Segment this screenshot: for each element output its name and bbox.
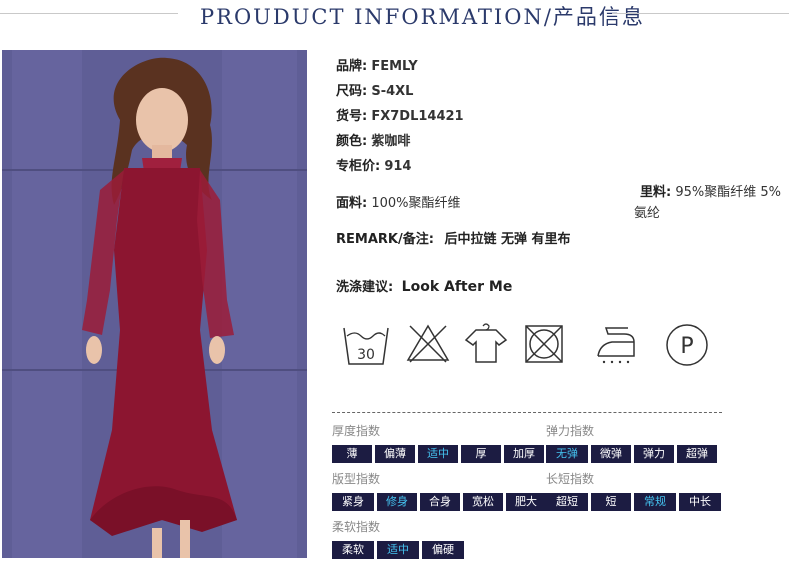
wash-temp-text: 30 (357, 347, 375, 363)
price-value: 914 (384, 159, 412, 174)
fabric-value: 100%聚酯纤维 (371, 196, 461, 211)
softness-index-chip: 偏硬 (422, 541, 464, 559)
price-row: 专柜价: 914 (336, 155, 411, 174)
color-row: 颜色: 紫咖啡 (336, 130, 410, 149)
brand-label: 品牌: (336, 59, 368, 74)
fit-index-chips: 紧身 修身 合身 宽松 肥大 (332, 493, 546, 511)
length-index-chip: 常规 (634, 493, 676, 511)
care-heading-value: Look After Me (401, 279, 513, 295)
elasticity-index-chip: 微弹 (591, 445, 631, 463)
fabric-label: 面料: (336, 196, 368, 211)
length-index-chip: 短 (591, 493, 631, 511)
elasticity-index-chip: 弹力 (634, 445, 674, 463)
fit-index-chip: 宽松 (463, 493, 503, 511)
low-iron-icon (597, 327, 635, 364)
sku-value: FX7DL14421 (371, 109, 464, 124)
remark-value: 后中拉链 无弹 有里布 (444, 232, 571, 247)
brand-row: 品牌: FEMLY (336, 55, 418, 74)
fit-index-chip: 合身 (420, 493, 460, 511)
fit-index-chip: 肥大 (506, 493, 546, 511)
product-photo (2, 50, 307, 558)
thickness-index-chip: 加厚 (504, 445, 544, 463)
fit-index-chip: 紧身 (332, 493, 374, 511)
length-index-chip: 中长 (679, 493, 721, 511)
hang-dry-icon (464, 323, 508, 363)
remark-label: REMARK/备注: (336, 232, 434, 247)
thickness-index-chip: 偏薄 (375, 445, 415, 463)
page-title: PROUDUCT INFORMATION/产品信息 (200, 5, 645, 29)
brand-value: FEMLY (371, 59, 418, 74)
elasticity-index-chip: 超弹 (677, 445, 717, 463)
thickness-index-chip: 适中 (418, 445, 458, 463)
softness-index-chip: 柔软 (332, 541, 374, 559)
color-value: 紫咖啡 (371, 134, 411, 149)
length-index-chips: 超短短常规 中长 (546, 493, 721, 511)
wash-30-icon: 30 (343, 327, 389, 365)
no-tumble-dry-icon (525, 325, 563, 363)
color-label: 颜色: (336, 134, 368, 149)
softness-index-chip: 适中 (377, 541, 419, 559)
no-bleach-icon (406, 324, 450, 363)
thickness-index-title: 厚度指数 (332, 424, 381, 438)
size-value: S-4XL (371, 84, 414, 99)
svg-text:P: P (680, 334, 693, 359)
thickness-index-chip: 厚 (461, 445, 501, 463)
size-label: 尺码: (336, 84, 368, 99)
softness-index-chips: 柔软 适中 偏硬 (332, 541, 464, 559)
lining-value-continued: 氨纶 (634, 206, 661, 221)
care-heading: 洗涤建议: Look After Me (336, 276, 512, 295)
care-label: 洗涤建议: (336, 280, 394, 295)
elasticity-index-chips: 无弹 微弹 弹力 超弹 (546, 445, 717, 463)
lining-row: 里料: 95%聚酯纤维 5% (640, 181, 781, 200)
length-index-chip: 超短 (546, 493, 588, 511)
sku-label: 货号: (336, 109, 368, 124)
dry-clean-p-icon: P (666, 324, 708, 366)
lining-value: 95%聚酯纤维 5% (675, 185, 781, 200)
price-label: 专柜价: (336, 159, 381, 174)
thickness-index-chips: 薄偏薄 适中厚加厚 (332, 445, 544, 463)
fit-index-chip: 修身 (377, 493, 417, 511)
header-rule-left (0, 13, 178, 14)
remark-row: REMARK/备注: 后中拉链 无弹 有里布 (336, 228, 571, 247)
size-row: 尺码: S-4XL (336, 80, 413, 99)
thickness-index-chip: 薄 (332, 445, 372, 463)
softness-index-title: 柔软指数 (332, 520, 381, 534)
indices-divider (332, 412, 722, 413)
elasticity-index-title: 弹力指数 (546, 424, 595, 438)
lining-label: 里料: (640, 185, 672, 200)
header-rule-right (612, 13, 789, 14)
length-index-title: 长短指数 (546, 472, 595, 486)
fit-index-title: 版型指数 (332, 472, 381, 486)
sku-row: 货号: FX7DL14421 (336, 105, 464, 124)
fabric-row: 面料: 100%聚酯纤维 (336, 192, 461, 211)
elasticity-index-chip: 无弹 (546, 445, 588, 463)
